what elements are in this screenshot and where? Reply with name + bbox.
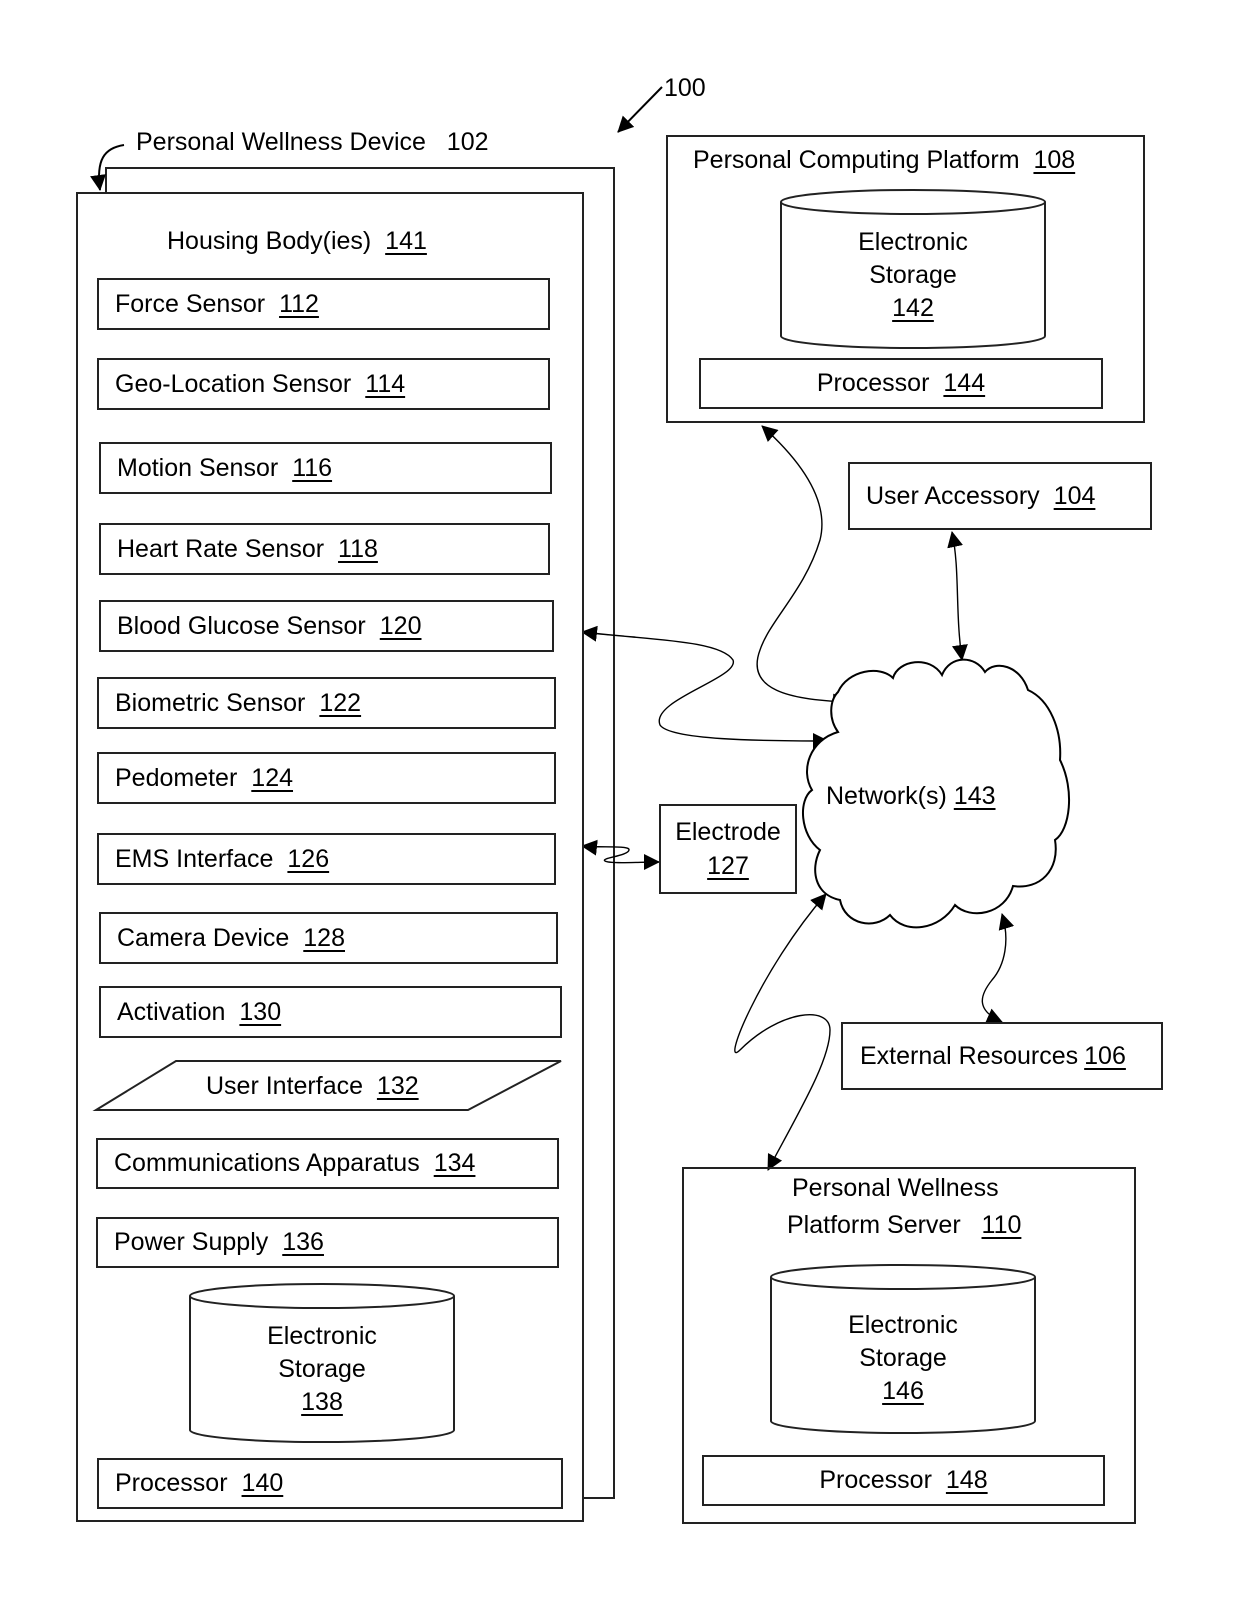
storage-146-label: Electronic Storage 146	[771, 1309, 1035, 1408]
component-num: 122	[319, 688, 362, 717]
component-motion-sensor: Motion Sensor 116	[99, 442, 552, 494]
component-label: Communications Apparatus	[114, 1149, 420, 1177]
processor-label: Processor	[816, 369, 930, 397]
component-label: Biometric Sensor	[115, 688, 306, 717]
component-user-interface: User Interface 132	[206, 1074, 419, 1099]
electrode-label: Electrode	[675, 818, 781, 846]
server-title-text: Platform Server	[787, 1211, 961, 1239]
pcp-title: Personal Computing Platform 108	[693, 148, 1075, 173]
server-title-num: 110	[981, 1211, 1022, 1239]
server-title-line1: Personal Wellness	[792, 1174, 999, 1202]
component-geo-location-sensor: Geo-Location Sensor 114	[97, 358, 550, 410]
component-label: Pedometer	[115, 763, 238, 792]
component-num: 128	[303, 923, 345, 952]
processor-label: Processor	[115, 1469, 228, 1497]
storage-num: 146	[882, 1377, 924, 1405]
component-label: Heart Rate Sensor	[117, 534, 325, 563]
component-heart-rate-sensor: Heart Rate Sensor 118	[99, 523, 550, 575]
link-external-network	[981, 913, 1015, 1024]
housing-num: 141	[385, 227, 427, 255]
housing-label: Housing Body(ies)	[167, 227, 372, 255]
figure-ref: 100	[664, 74, 706, 102]
component-num: 114	[365, 369, 406, 398]
user-accessory: User Accessory 104	[848, 462, 1152, 530]
storage-line2: Storage	[869, 261, 957, 289]
link-server-network	[734, 893, 831, 1171]
component-label: EMS Interface	[115, 844, 274, 873]
storage-line1: Electronic	[267, 1322, 377, 1350]
component-pedometer: Pedometer 124	[97, 752, 556, 804]
component-num: 112	[279, 289, 319, 318]
processor-num: 140	[241, 1469, 284, 1497]
housing-title: Housing Body(ies) 141	[167, 229, 427, 254]
component-label: Geo-Location Sensor	[115, 369, 352, 398]
component-label: Camera Device	[117, 923, 290, 952]
storage-line2: Storage	[278, 1355, 366, 1383]
network-label-text: Network(s)	[826, 782, 947, 810]
component-label: Power Supply	[114, 1228, 269, 1256]
device-processor: Processor 140	[97, 1458, 563, 1509]
storage-line1: Electronic	[858, 228, 968, 256]
storage-num: 142	[892, 294, 934, 322]
storage-line1: Electronic	[848, 1311, 958, 1339]
component-biometric-sensor: Biometric Sensor 122	[97, 677, 556, 729]
component-label: Force Sensor	[115, 289, 266, 318]
processor-num: 148	[945, 1466, 988, 1494]
component-num: 132	[376, 1072, 419, 1100]
component-camera-device: Camera Device 128	[99, 912, 558, 964]
component-num: 130	[239, 997, 282, 1026]
external-label: External Resources	[860, 1041, 1079, 1070]
device-title: Personal Wellness Device 102	[136, 130, 489, 155]
component-label: Activation	[117, 997, 226, 1026]
link-accessory-network	[947, 531, 968, 661]
external-resources: External Resources 106	[841, 1022, 1163, 1090]
processor-label: Processor	[819, 1466, 932, 1494]
storage-142-label: Electronic Storage 142	[781, 226, 1045, 325]
component-num: 136	[282, 1228, 324, 1256]
server-title-line2: Platform Server 110	[787, 1213, 1021, 1238]
accessory-label: User Accessory	[866, 481, 1040, 510]
figure-ref-arrow	[617, 86, 663, 133]
component-num: 126	[287, 844, 330, 873]
component-num: 116	[292, 453, 333, 482]
pcp-processor: Processor 144	[699, 358, 1103, 409]
component-num: 118	[338, 534, 378, 563]
link-device-network	[581, 625, 829, 749]
electrode: Electrode 127	[659, 804, 797, 894]
pcp-title-num: 108	[1033, 146, 1076, 174]
component-num: 124	[251, 763, 294, 792]
pcp-title-text: Personal Computing Platform	[693, 146, 1020, 174]
storage-num: 138	[301, 1388, 343, 1416]
accessory-num: 104	[1053, 481, 1096, 510]
component-activation: Activation 130	[99, 986, 562, 1038]
component-label: Blood Glucose Sensor	[117, 611, 366, 640]
component-blood-glucose-sensor: Blood Glucose Sensor 120	[99, 600, 554, 652]
component-label: Motion Sensor	[117, 453, 279, 482]
processor-num: 144	[943, 369, 986, 397]
component-num: 120	[379, 611, 422, 640]
component-num: 134	[433, 1149, 476, 1177]
storage-138-label: Electronic Storage 138	[190, 1320, 454, 1419]
device-title-num: 102	[446, 128, 489, 156]
component-power-supply: Power Supply 136	[96, 1217, 559, 1268]
network-label: Network(s) 143	[826, 784, 996, 809]
server-processor: Processor 148	[702, 1455, 1105, 1506]
electrode-num: 127	[707, 852, 749, 880]
component-force-sensor: Force Sensor 112	[97, 278, 550, 330]
external-num: 106	[1084, 1041, 1126, 1070]
link-pcp-network	[756, 425, 849, 710]
component-label: User Interface	[206, 1072, 364, 1100]
component-ems-interface: EMS Interface 126	[97, 833, 556, 885]
network-num: 143	[953, 782, 996, 810]
storage-line2: Storage	[859, 1344, 947, 1372]
component-communications-apparatus: Communications Apparatus 134	[96, 1138, 559, 1189]
device-title-text: Personal Wellness Device	[136, 128, 426, 156]
